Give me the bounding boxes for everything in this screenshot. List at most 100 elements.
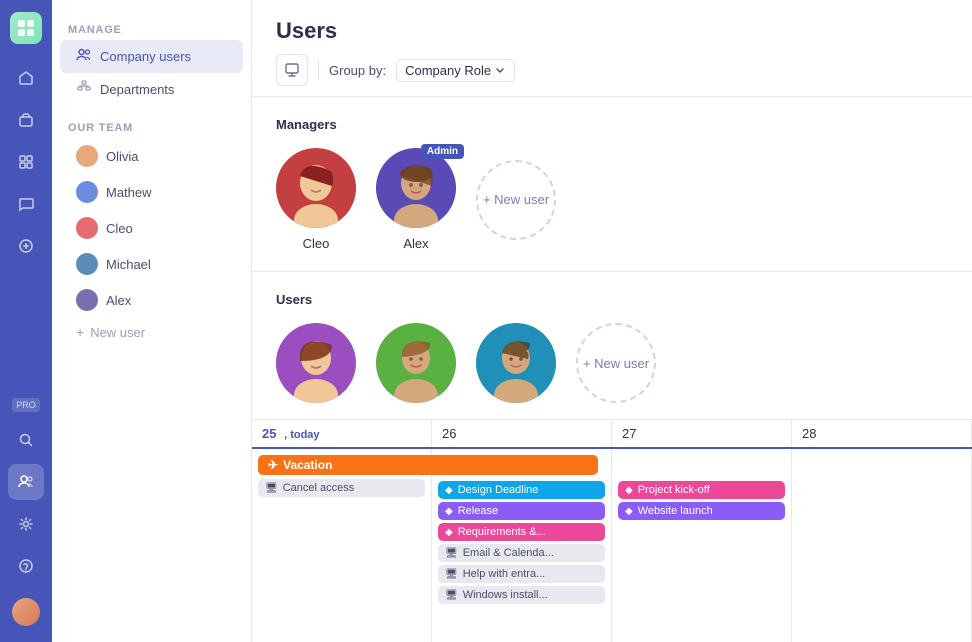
grid-nav-icon[interactable] [8, 144, 44, 180]
users-icon [76, 47, 92, 66]
new-user-managers-card[interactable]: + New user [476, 160, 556, 240]
member-card-cleo[interactable]: Cleo [276, 148, 356, 251]
requirements-event[interactable]: ◆ Requirements &... [438, 523, 605, 541]
sidebar-item-mathew[interactable]: Mathew [60, 174, 243, 210]
michael-large-avatar [476, 323, 556, 403]
release-26-icon: ◆ [445, 506, 453, 517]
app-logo[interactable] [10, 12, 42, 44]
content-area: Managers [252, 97, 972, 642]
requirements-label: Requirements &... [458, 526, 546, 538]
email-calendar-icon: 🖥 [445, 548, 458, 559]
calendar-body: ✈ Vacation 🖥 Cancel access ◆ Design Dead… [252, 449, 972, 642]
cancel-access-event[interactable]: 🖥 Cancel access [258, 479, 425, 497]
windows-install-label: Windows install... [463, 589, 548, 601]
help-entra-icon: 🖥 [445, 569, 458, 580]
page-header: Users Group by: Company Role [252, 0, 972, 97]
requirements-icon: ◆ [445, 527, 453, 538]
calendar-section: 25 , today 26 27 28 ✈ Vacation 🖥 [252, 420, 972, 642]
managers-row: Cleo [276, 148, 948, 251]
sidebar-new-user-button[interactable]: + New user [60, 318, 243, 346]
website-launch-event[interactable]: ◆ Website launch [618, 502, 785, 520]
team-section-label: OUR TEAM [52, 114, 251, 138]
help-nav-icon[interactable] [8, 548, 44, 584]
users-section: Users [252, 272, 972, 420]
mathew-name: Mathew [106, 185, 152, 200]
michael-name: Michael [106, 257, 151, 272]
member-card-olivia[interactable] [276, 323, 356, 403]
design-deadline-icon: ◆ [445, 485, 453, 496]
website-launch-label: Website launch [638, 505, 713, 517]
cal-header-28: 28 [792, 420, 972, 447]
member-card-alex[interactable]: Admin Alex [376, 148, 456, 251]
olivia-large-avatar [276, 323, 356, 403]
new-user-managers-label: + New user [483, 192, 549, 207]
cal-header-25: 25 , today [252, 420, 432, 447]
monitor-button[interactable] [276, 54, 308, 86]
new-user-users-circle[interactable]: + New user [576, 323, 656, 403]
cleo-name: Cleo [106, 221, 133, 236]
sidebar-item-cleo[interactable]: Cleo [60, 210, 243, 246]
managers-section: Managers [252, 97, 972, 272]
cleo-avatar [76, 217, 98, 239]
admin-badge: Admin [421, 144, 464, 159]
message-nav-icon[interactable] [8, 186, 44, 222]
company-users-label: Company users [100, 49, 191, 64]
chevron-down-icon [494, 64, 506, 76]
sidebar: MANAGE Company users Departments OUR TEA… [52, 0, 252, 642]
briefcase-nav-icon[interactable] [8, 102, 44, 138]
member-card-michael[interactable] [476, 323, 556, 403]
release-26-event[interactable]: ◆ Release [438, 502, 605, 520]
users-row: + New user [276, 323, 948, 403]
vacation-label: Vacation [283, 458, 332, 472]
users-nav-icon[interactable] [8, 464, 44, 500]
managers-label: Managers [276, 117, 948, 132]
michael-avatar [76, 253, 98, 275]
page-title: Users [276, 18, 948, 44]
home-nav-icon[interactable] [8, 60, 44, 96]
cal-today-label: , today [284, 429, 319, 441]
settings-nav-icon[interactable] [8, 506, 44, 542]
cancel-access-icon: 🖥 [265, 483, 278, 494]
sidebar-item-olivia[interactable]: Olivia [60, 138, 243, 174]
project-kickoff-event[interactable]: ◆ Project kick-off [618, 481, 785, 499]
cal-col-28 [792, 449, 972, 642]
cleo-name-label: Cleo [303, 236, 330, 251]
new-user-managers-circle[interactable]: + New user [476, 160, 556, 240]
alex-avatar [76, 289, 98, 311]
cal-header-27: 27 [612, 420, 792, 447]
departments-icon [76, 80, 92, 99]
icon-bar: PRO [0, 0, 52, 642]
search-nav-icon[interactable] [8, 422, 44, 458]
cal-day-25: 25 [262, 426, 276, 441]
email-calendar-event[interactable]: 🖥 Email & Calenda... [438, 544, 605, 562]
olivia-avatar [76, 145, 98, 167]
member-card-mathew[interactable] [376, 323, 456, 403]
toolbar-divider [318, 60, 319, 80]
group-by-dropdown[interactable]: Company Role [396, 59, 515, 82]
mathew-large-avatar [376, 323, 456, 403]
help-entra-label: Help with entra... [463, 568, 546, 580]
sidebar-item-alex[interactable]: Alex [60, 282, 243, 318]
new-user-users-label: + New user [583, 356, 649, 371]
sidebar-item-michael[interactable]: Michael [60, 246, 243, 282]
vacation-icon: ✈ [268, 458, 278, 472]
design-deadline-event[interactable]: ◆ Design Deadline [438, 481, 605, 499]
alex-name-label: Alex [403, 236, 428, 251]
alex-name: Alex [106, 293, 131, 308]
cal-col-27: ◆ Project kick-off ◆ Website launch [612, 449, 792, 642]
user-avatar-nav-icon[interactable] [8, 594, 44, 630]
sidebar-item-company-users[interactable]: Company users [60, 40, 243, 73]
plus-icon: + [76, 324, 84, 340]
email-calendar-label: Email & Calenda... [463, 547, 554, 559]
help-entra-event[interactable]: 🖥 Help with entra... [438, 565, 605, 583]
cleo-large-avatar [276, 148, 356, 228]
pro-badge: PRO [12, 398, 40, 412]
windows-install-event[interactable]: 🖥 Windows install... [438, 586, 605, 604]
manage-section-label: MANAGE [52, 16, 251, 40]
add-nav-icon[interactable] [8, 228, 44, 264]
new-user-users-card[interactable]: + New user [576, 323, 656, 403]
sidebar-item-departments[interactable]: Departments [60, 73, 243, 106]
release-26-label: Release [458, 505, 498, 517]
project-kickoff-label: Project kick-off [638, 484, 710, 496]
mathew-avatar [76, 181, 98, 203]
